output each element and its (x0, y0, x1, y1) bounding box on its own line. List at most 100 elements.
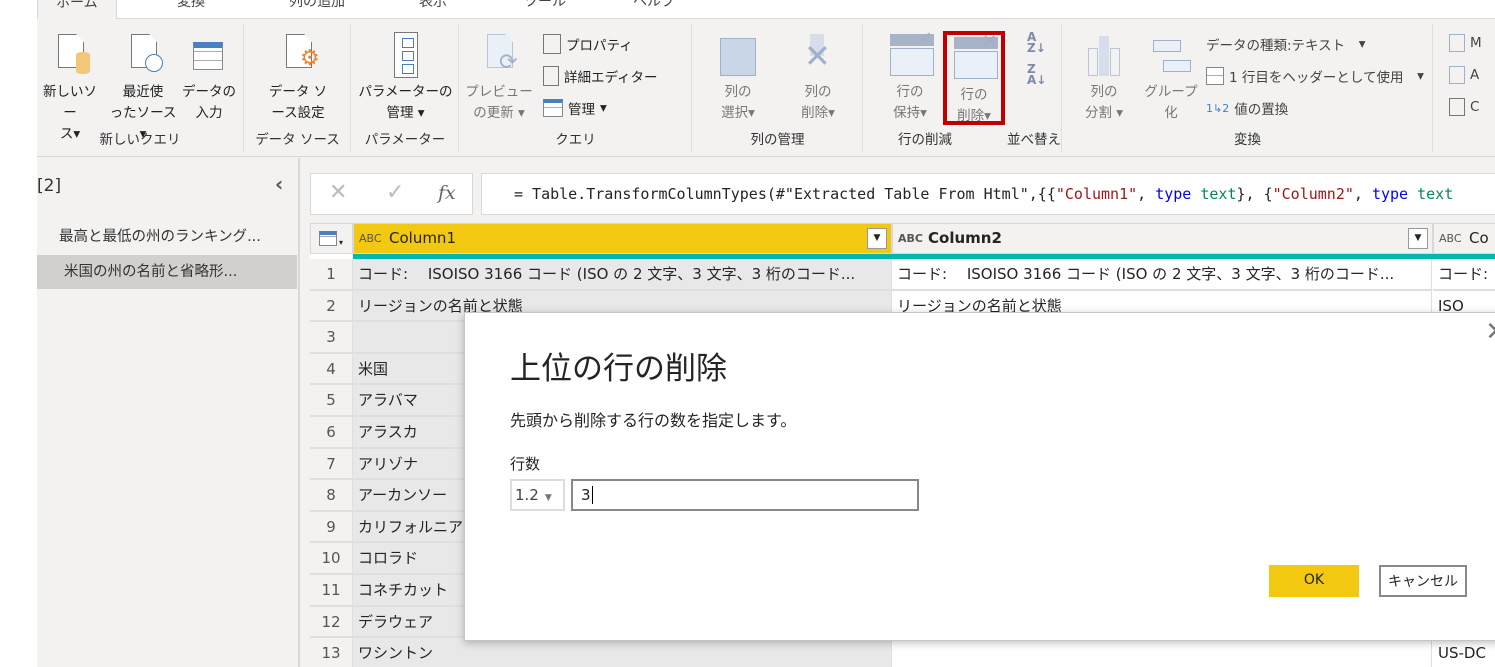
row-count-label: 行数 (510, 455, 541, 473)
group-by-icon (1151, 34, 1191, 78)
row-number[interactable]: 4 (310, 353, 353, 386)
row-number[interactable]: 12 (310, 606, 353, 639)
new-source-icon (50, 34, 90, 78)
group-label: 行の削減 (898, 132, 952, 148)
choose-columns-icon (718, 34, 758, 78)
group-label: クエリ (555, 132, 596, 148)
refresh-icon: ⟳ (479, 34, 519, 78)
remove-top-rows-dialog: ✕ 上位の行の削除 先頭から削除する行の数を指定します。 行数 1.2▼ 3 O… (464, 312, 1495, 641)
properties-button[interactable]: プロパティ (543, 34, 633, 54)
split-column-icon (1084, 34, 1124, 78)
row-number[interactable]: 3 (310, 322, 353, 354)
group-combine: M A C (1437, 24, 1495, 152)
recent-sources-icon (123, 34, 163, 78)
combine-icon (1449, 98, 1465, 116)
parameter-type-dropdown[interactable]: 1.2 ▼ (510, 479, 565, 511)
filter-dropdown-icon[interactable]: ▼ (1408, 228, 1428, 249)
column-header-column3[interactable]: ABC Co (1433, 223, 1495, 254)
advanced-editor-icon (543, 66, 559, 86)
merge-queries-button[interactable]: M (1449, 34, 1482, 52)
fx-icon[interactable]: fx (438, 182, 456, 204)
row-number[interactable]: 11 (310, 575, 353, 607)
row-number[interactable]: 2 (310, 290, 353, 323)
group-query: ⟳ プレビュー の更新 ▾ プロパティ 詳細エディター 管理 ▾ クエリ (460, 24, 692, 152)
group-label: 列の管理 (750, 132, 805, 148)
tab-tools[interactable]: ツール (524, 0, 566, 11)
tab-help[interactable]: ヘルプ (633, 0, 675, 11)
advanced-editor-button[interactable]: 詳細エディター (543, 66, 658, 86)
refresh-preview-button[interactable]: ⟳ プレビュー の更新 ▾ (465, 34, 533, 124)
row-number[interactable]: 6 (310, 417, 353, 449)
table-icon (1206, 67, 1224, 85)
remove-rows-button[interactable]: ✕ 行の 削除▾ (943, 31, 1005, 125)
group-label: パラメーター (364, 132, 446, 148)
filter-dropdown-icon[interactable]: ▼ (867, 228, 887, 249)
split-column-button[interactable]: 列の 分割 ▾ (1073, 34, 1135, 124)
group-parameters: パラメーターの 管理 ▾ パラメーター (352, 24, 459, 152)
cell-column2[interactable] (892, 638, 1432, 667)
combine-files-button[interactable]: C (1449, 98, 1479, 116)
formula-token: "Column2" (1272, 185, 1354, 203)
table-menu-icon[interactable]: ▾ (310, 223, 353, 254)
tab-view[interactable]: 表示 (419, 0, 447, 11)
data-source-settings-button[interactable]: ⚙ データ ソース設定 (255, 34, 341, 124)
column-header-column1[interactable]: ABC Column1 ▼ (353, 223, 892, 254)
cell-column2[interactable]: コード: ISOISO 3166 コード (ISO の 2 文字、3 文字、3 … (892, 259, 1432, 291)
cancel-button[interactable]: キャンセル (1379, 565, 1467, 597)
append-queries-button[interactable]: A (1449, 66, 1479, 84)
text-type-icon[interactable]: ABC (359, 224, 382, 253)
formula-token: text (1191, 185, 1237, 203)
remove-columns-icon: ✕ (798, 34, 838, 78)
group-by-button[interactable]: グループ化 (1143, 34, 1199, 124)
formula-input[interactable]: = Table.TransformColumnTypes(#"Extracted… (481, 173, 1495, 215)
tab-add-column[interactable]: 列の追加 (289, 0, 345, 11)
table-icon (189, 34, 229, 78)
sort-descending-icon[interactable]: Z A↓ (1027, 63, 1046, 86)
formula-token: }, { (1236, 185, 1273, 203)
queries-pane: [2] ‹ 最高と最低の州のランキング... 米国の州の名前と省略形... (37, 158, 300, 667)
table-icon (543, 99, 563, 117)
manage-parameters-button[interactable]: パラメーターの 管理 ▾ (357, 32, 454, 124)
query-item[interactable]: 最高と最低の州のランキング... (37, 220, 297, 254)
row-number[interactable]: 1 (310, 259, 353, 291)
remove-columns-button[interactable]: ✕ 列の 削除▾ (783, 34, 853, 124)
cancel-formula-icon[interactable]: ✕ (329, 180, 347, 205)
cell-column1[interactable]: コード: ISOISO 3166 コード (ISO の 2 文字、3 文字、3 … (353, 259, 892, 291)
formula-token: , (1137, 185, 1156, 203)
group-sort: A Z↓ Z A↓ 並べ替え (1007, 24, 1062, 152)
use-first-row-headers-button[interactable]: 1 行目をヘッダーとして使用 ▾ (1206, 66, 1424, 86)
row-number[interactable]: 5 (310, 385, 353, 417)
parameters-icon (386, 32, 426, 78)
column-header-column2[interactable]: ABC Column2 ▼ (892, 223, 1433, 254)
row-number[interactable]: 13 (310, 638, 353, 667)
manage-query-button[interactable]: 管理 ▾ (543, 98, 607, 118)
power-query-editor: ホーム 変換 列の追加 表示 ツール ヘルプ 新しいソー ス▾ 最近使 ったソース▾… (37, 0, 1495, 667)
collapse-pane-icon[interactable]: ‹ (275, 172, 283, 196)
cell-column1[interactable]: ワシントン (353, 638, 892, 667)
sort-ascending-icon[interactable]: A Z↓ (1027, 31, 1046, 54)
ok-button[interactable]: OK (1269, 565, 1359, 597)
dialog-description: 先頭から削除する行の数を指定します。 (510, 411, 797, 430)
keep-rows-button[interactable]: ✓ 行の 保持▾ (882, 28, 938, 124)
row-number[interactable]: 9 (310, 511, 353, 544)
cell-column3[interactable]: US-DC (1433, 638, 1495, 667)
row-number[interactable]: 7 (310, 448, 353, 481)
formula-token: type (1155, 185, 1192, 203)
confirm-formula-icon[interactable]: ✓ (386, 180, 404, 205)
cell-column3[interactable]: コード: (1433, 259, 1495, 291)
text-type-icon[interactable]: ABC (1439, 224, 1462, 253)
row-number[interactable]: 8 (310, 480, 353, 512)
text-type-icon[interactable]: ABC (898, 224, 923, 253)
choose-columns-button[interactable]: 列の 選択▾ (703, 34, 773, 124)
ribbon: 新しいソー ス▾ 最近使 ったソース▾ データの 入力 新しいクエリ ⚙ データ ソー… (37, 19, 1495, 157)
tab-home[interactable]: ホーム (37, 0, 117, 20)
group-new-query: 新しいソー ス▾ 最近使 ったソース▾ データの 入力 新しいクエリ (37, 24, 244, 152)
data-type-dropdown[interactable]: データの種類:テキスト ▾ (1206, 34, 1366, 54)
replace-values-button[interactable]: 1↳2 値の置換 (1206, 98, 1288, 119)
tab-transform[interactable]: 変換 (177, 0, 205, 11)
close-dialog-icon[interactable]: ✕ (1485, 317, 1495, 347)
row-count-input[interactable]: 3 (571, 479, 919, 511)
enter-data-button[interactable]: データの 入力 (179, 34, 239, 124)
query-item-selected[interactable]: 米国の州の名前と省略形... (37, 255, 297, 289)
row-number[interactable]: 10 (310, 543, 353, 575)
